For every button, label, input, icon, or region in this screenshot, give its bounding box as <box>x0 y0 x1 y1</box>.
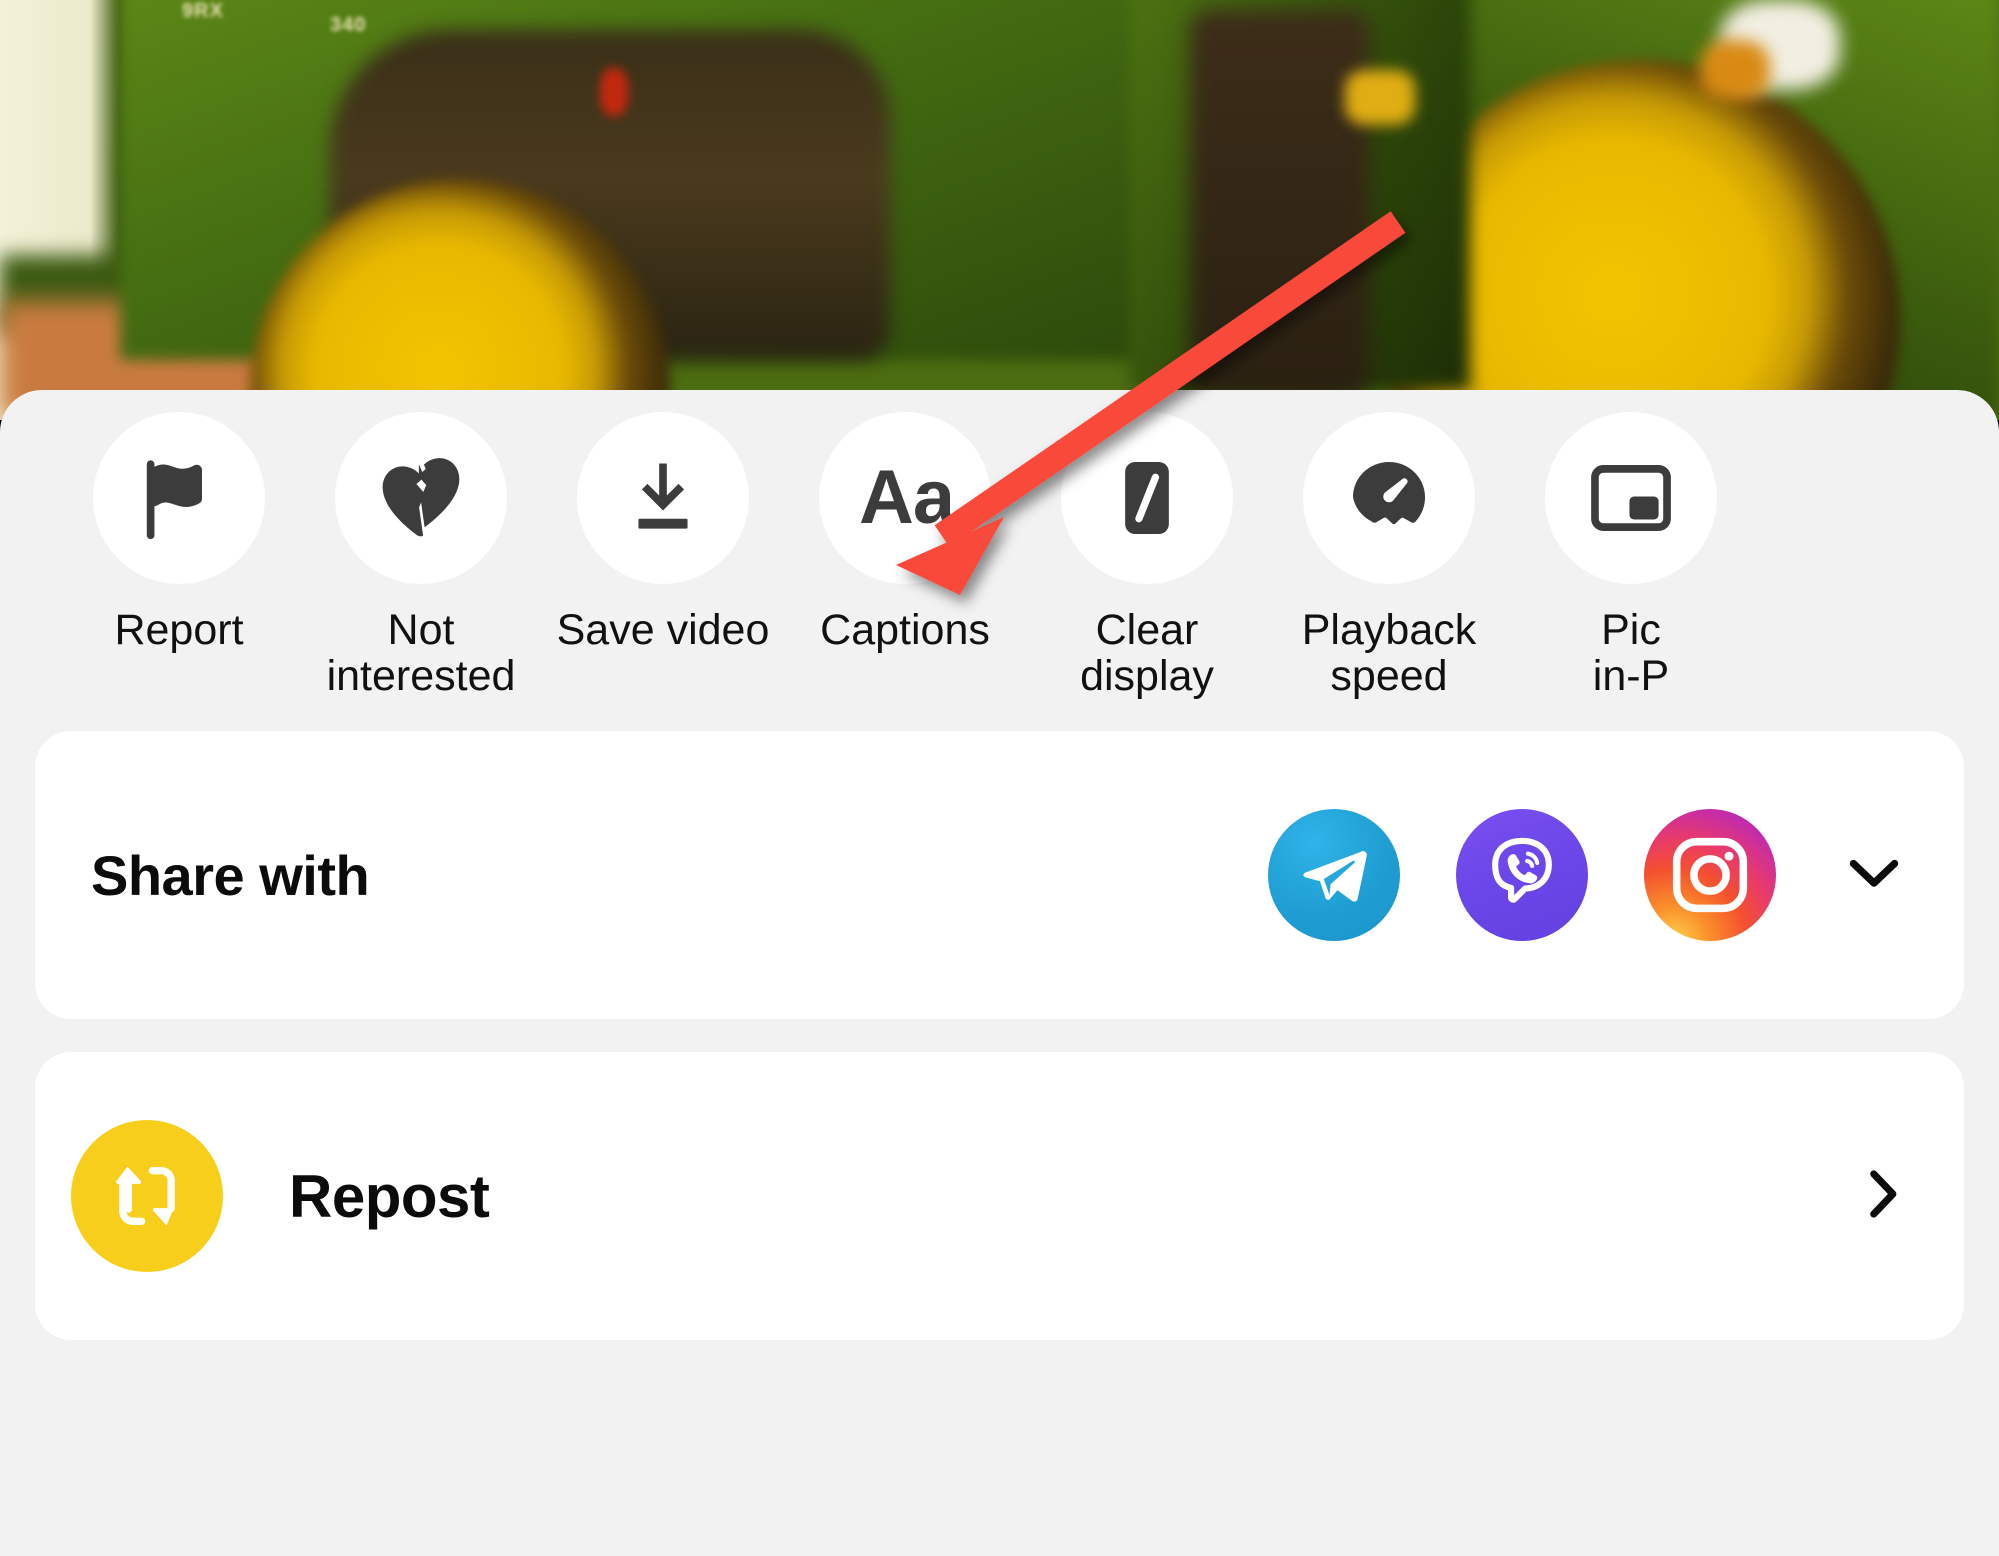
aa-text-icon: Aa <box>859 455 955 540</box>
viber-icon <box>1492 837 1552 903</box>
action-playback-speed[interactable]: Playback speed <box>1268 390 1510 720</box>
speedometer-icon <box>1352 461 1426 525</box>
clear-display-icon <box>1125 461 1169 535</box>
repost-row: Repost <box>35 1052 1964 1340</box>
action-clear-display[interactable]: Clear display <box>1026 390 1268 720</box>
action-save-video[interactable]: Save video <box>542 390 784 720</box>
action-playback-speed-label: Playback speed <box>1301 606 1477 700</box>
action-clear-display-label: Clear display <box>1080 606 1214 700</box>
action-picture-in-picture-label: Pic in-P <box>1592 606 1670 700</box>
action-not-interested[interactable]: Not interested <box>300 390 542 720</box>
action-not-interested-circle[interactable] <box>335 412 507 584</box>
share-with-card[interactable]: Share with <box>35 731 1964 1019</box>
repost-card[interactable]: Repost <box>35 1052 1964 1340</box>
tractor-model-badge: 9RX <box>182 0 224 22</box>
tractor-tail-light <box>600 68 628 116</box>
action-picture-in-picture[interactable]: Pic in-P <box>1510 390 1752 720</box>
broken-heart-icon <box>382 458 460 537</box>
share-target-telegram[interactable] <box>1268 809 1400 941</box>
action-report-circle[interactable] <box>93 412 265 584</box>
action-captions-circle[interactable]: Aa <box>819 412 991 584</box>
action-report[interactable]: Report <box>58 390 300 720</box>
chevron-down-icon <box>1849 859 1899 887</box>
action-captions[interactable]: Aa Captions <box>784 390 1026 720</box>
repost-chevron-button[interactable] <box>1846 1157 1920 1236</box>
video-player[interactable]: 9RX 340 <box>0 0 1999 420</box>
screen: 9RX 340 Report Not interested Save video… <box>0 0 1999 1556</box>
tractor-hitch <box>1190 10 1370 400</box>
action-save-video-label: Save video <box>556 606 770 654</box>
action-picture-in-picture-circle[interactable] <box>1545 412 1717 584</box>
action-not-interested-label: Not interested <box>326 606 516 700</box>
telegram-icon <box>1303 850 1367 902</box>
tractor-marker-light-2 <box>1345 70 1415 125</box>
repost-label: Repost <box>289 1162 490 1230</box>
picture-in-picture-icon <box>1591 465 1671 531</box>
share-with-title: Share with <box>91 843 370 907</box>
action-report-label: Report <box>114 606 244 654</box>
action-clear-display-circle[interactable] <box>1061 412 1233 584</box>
share-expand-button[interactable] <box>1836 835 1912 916</box>
options-bottom-sheet: Report Not interested Save video Aa Capt… <box>0 390 1999 1556</box>
share-target-viber[interactable] <box>1456 809 1588 941</box>
repost-icon <box>116 1166 175 1226</box>
share-target-instagram[interactable] <box>1644 809 1776 941</box>
tractor-number-badge: 340 <box>330 14 367 36</box>
repost-icon-circle[interactable] <box>71 1120 223 1272</box>
download-icon <box>638 463 688 529</box>
flag-icon <box>146 460 202 540</box>
action-shortcuts-row: Report Not interested Save video Aa Capt… <box>0 390 1999 720</box>
action-save-video-circle[interactable] <box>577 412 749 584</box>
action-captions-label: Captions <box>820 606 990 654</box>
action-playback-speed-circle[interactable] <box>1303 412 1475 584</box>
share-with-row: Share with <box>35 731 1964 1019</box>
tractor-marker-light <box>1700 40 1770 100</box>
chevron-right-icon <box>1870 1169 1897 1218</box>
instagram-icon <box>1672 837 1748 913</box>
